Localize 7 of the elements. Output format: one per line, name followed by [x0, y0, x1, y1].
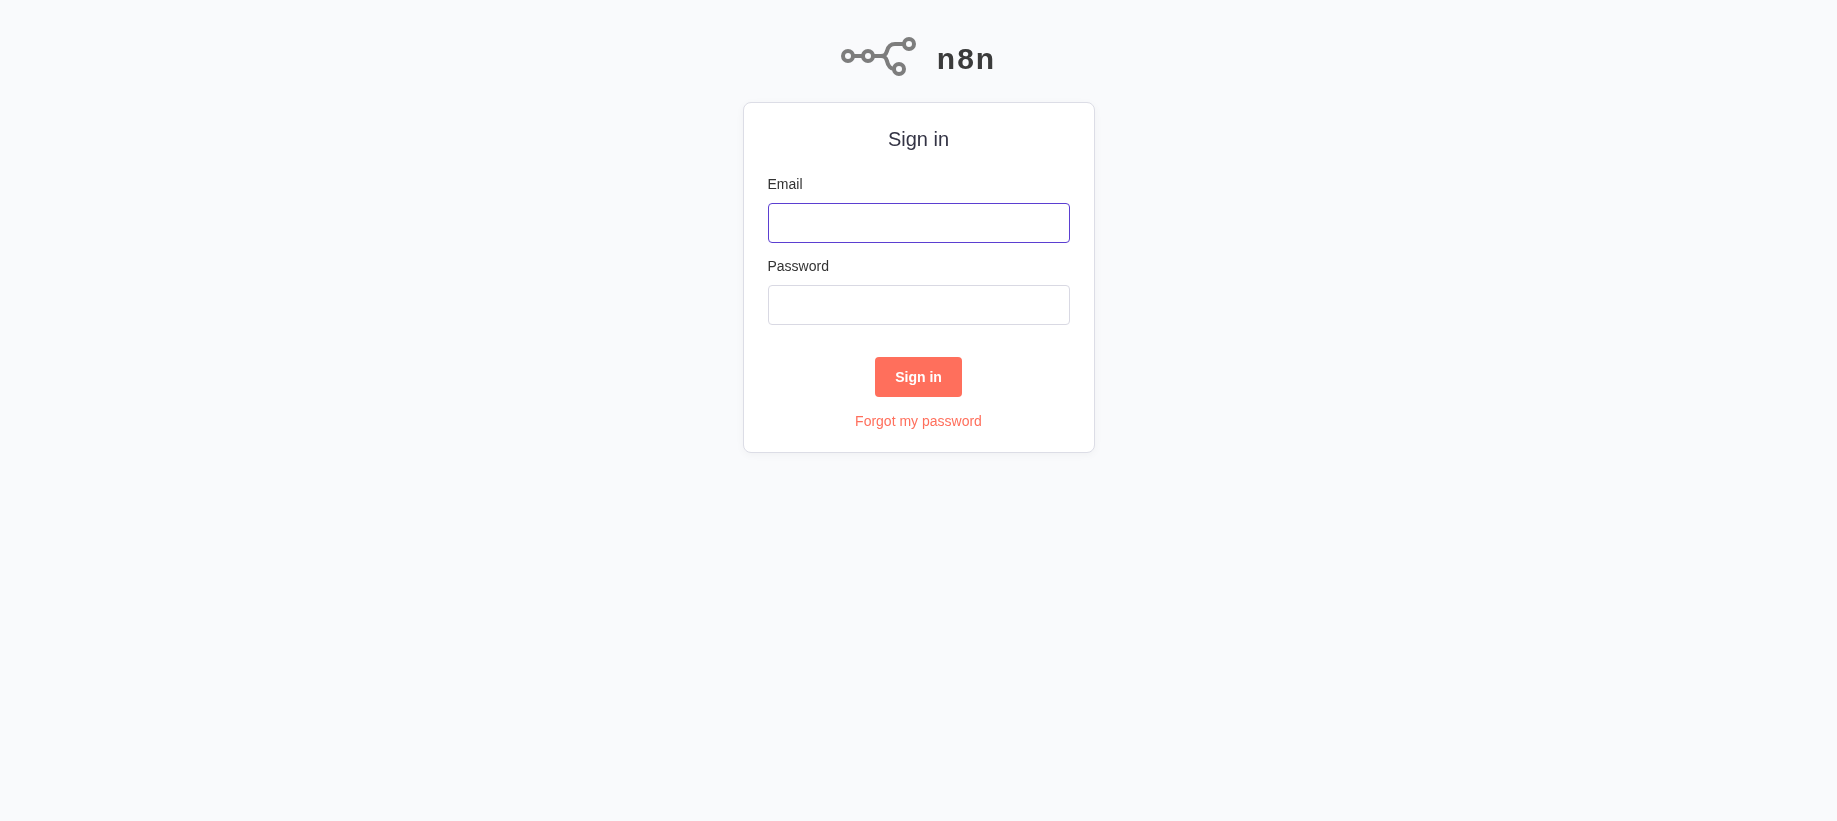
forgot-password-link[interactable]: Forgot my password [855, 411, 982, 432]
field-label: Password [767, 257, 830, 275]
logo-wordmark: n8n [936, 40, 997, 77]
field-label: Email [767, 175, 804, 193]
form-title: Sign in [886, 127, 951, 152]
input-field[interactable] [767, 203, 1070, 243]
sign-in-button[interactable]: Sign in [875, 357, 962, 397]
